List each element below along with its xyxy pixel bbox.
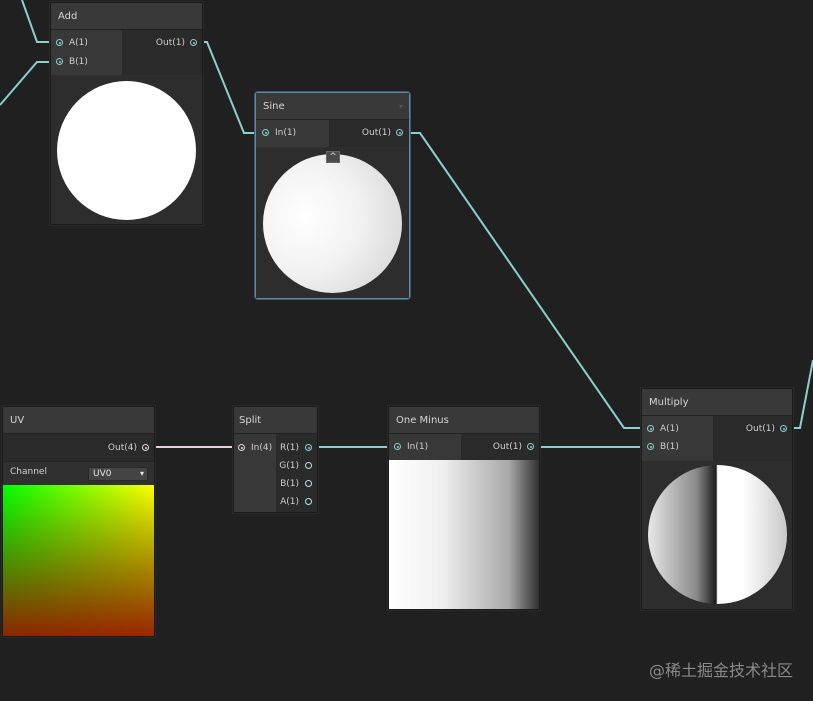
sine-node-title[interactable]: Sine <box>256 93 409 120</box>
uv-ports: Out(4) <box>3 434 154 461</box>
uv-channel-value: UV0 <box>93 469 112 479</box>
uv-channel-dropdown[interactable]: UV0 ▾ <box>88 467 148 481</box>
add-node-title[interactable]: Add <box>51 3 202 30</box>
add-input-a[interactable]: A(1) <box>56 34 88 52</box>
port-dot-icon[interactable] <box>262 129 269 136</box>
chevron-up-icon[interactable]: ^ <box>326 151 340 163</box>
uv-node-title[interactable]: UV <box>3 407 154 434</box>
port-dot-icon[interactable] <box>527 443 534 450</box>
port-dot-icon[interactable] <box>305 498 312 505</box>
add-input-b[interactable]: B(1) <box>56 53 88 71</box>
uv-node[interactable]: UV Out(4) Channel UV0 ▾ <box>2 406 155 637</box>
multiply-node-title[interactable]: Multiply <box>642 389 792 416</box>
uv-output[interactable]: Out(4) <box>108 439 149 457</box>
split-node-title[interactable]: Split <box>234 407 317 434</box>
port-dot-icon[interactable] <box>396 129 403 136</box>
add-preview <box>51 75 202 224</box>
port-dot-icon[interactable] <box>394 443 401 450</box>
split-ports: In(4) R(1) G(1) B(1) A(1) <box>234 434 317 512</box>
port-dot-icon[interactable] <box>56 39 63 46</box>
port-dot-icon[interactable] <box>238 444 245 451</box>
uv-preview <box>3 485 154 636</box>
split-output-r[interactable]: R(1) <box>280 439 312 457</box>
multiply-preview <box>642 461 792 609</box>
add-ports: A(1) B(1) Out(1) <box>51 30 202 75</box>
port-dot-icon[interactable] <box>305 480 312 487</box>
add-preview-sphere <box>57 81 196 220</box>
one-minus-output[interactable]: Out(1) <box>493 438 534 456</box>
uv-channel-label: Channel <box>10 467 47 477</box>
one-minus-input[interactable]: In(1) <box>394 438 428 456</box>
port-dot-icon[interactable] <box>305 462 312 469</box>
port-dot-icon[interactable] <box>190 39 197 46</box>
multiply-ports: A(1) B(1) Out(1) <box>642 416 792 461</box>
sine-dropdown-icon[interactable]: ▾ <box>399 102 403 111</box>
multiply-input-a[interactable]: A(1) <box>647 420 679 438</box>
multiply-output[interactable]: Out(1) <box>746 420 787 438</box>
one-minus-ports: In(1) Out(1) <box>389 434 539 460</box>
multiply-input-b[interactable]: B(1) <box>647 438 679 456</box>
multiply-preview-sphere <box>648 465 787 604</box>
watermark: @稀土掘金技术社区 <box>648 661 793 680</box>
one-minus-node-title[interactable]: One Minus <box>389 407 539 434</box>
sine-preview <box>256 147 409 298</box>
one-minus-node[interactable]: One Minus In(1) Out(1) <box>388 406 540 610</box>
sine-output[interactable]: Out(1) <box>362 124 403 142</box>
one-minus-preview <box>389 460 539 609</box>
add-node[interactable]: Add A(1) B(1) Out(1) <box>50 2 203 225</box>
split-node[interactable]: Split In(4) R(1) G(1) B(1) A(1) <box>233 406 318 513</box>
port-dot-icon[interactable] <box>142 444 149 451</box>
port-dot-icon[interactable] <box>647 425 654 432</box>
sine-preview-sphere <box>263 154 402 293</box>
sine-ports: In(1) Out(1) <box>256 120 409 147</box>
split-output-g[interactable]: G(1) <box>279 457 312 475</box>
sine-input[interactable]: In(1) <box>262 124 296 142</box>
port-dot-icon[interactable] <box>780 425 787 432</box>
add-output[interactable]: Out(1) <box>156 34 197 52</box>
split-input[interactable]: In(4) <box>238 439 272 457</box>
split-output-b[interactable]: B(1) <box>280 475 312 493</box>
port-dot-icon[interactable] <box>56 58 63 65</box>
one-minus-preview-gradient <box>389 460 539 609</box>
wire-sine-to-multiply <box>400 132 650 429</box>
uv-channel-row: Channel UV0 ▾ <box>3 461 154 486</box>
split-output-a[interactable]: A(1) <box>280 493 312 511</box>
chevron-down-icon: ▾ <box>139 469 144 478</box>
port-dot-icon[interactable] <box>305 444 312 451</box>
port-dot-icon[interactable] <box>647 443 654 450</box>
multiply-node[interactable]: Multiply A(1) B(1) Out(1) <box>641 388 793 610</box>
sine-node[interactable]: Sine ▾ In(1) Out(1) ^ <box>255 92 410 299</box>
